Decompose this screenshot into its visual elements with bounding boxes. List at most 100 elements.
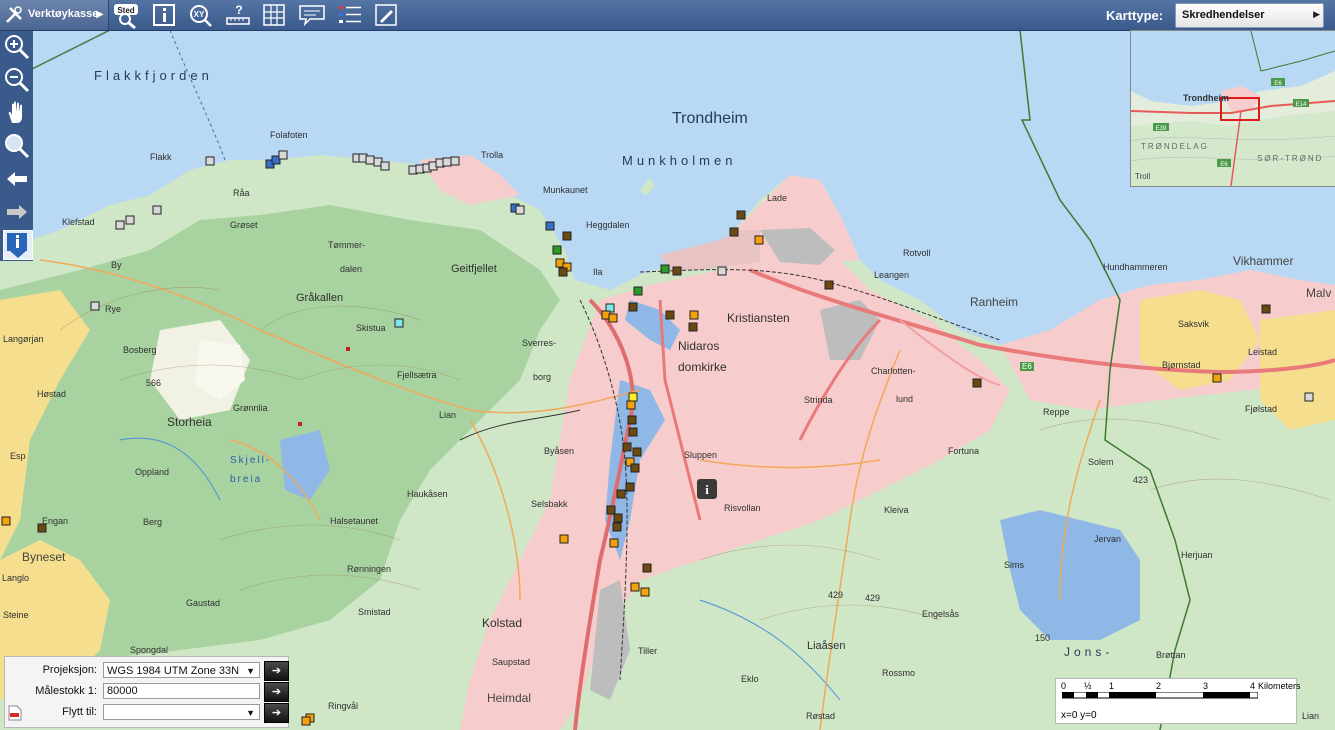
skredhendelse-marker[interactable] xyxy=(754,235,764,245)
karttype-select[interactable]: Skredhendelser ▶ xyxy=(1175,3,1324,28)
malestokk-input[interactable] xyxy=(103,683,260,699)
label-e6: E6 xyxy=(1020,362,1034,371)
skredhendelse-marker[interactable] xyxy=(365,155,375,165)
zoom-out-button[interactable] xyxy=(3,66,31,94)
skredhendelse-marker[interactable] xyxy=(660,264,670,274)
skredhendelse-marker[interactable] xyxy=(380,161,390,171)
hand-icon xyxy=(8,101,22,123)
label-bjornstad: Bjørnstad xyxy=(1162,360,1201,370)
skredhendelse-marker[interactable] xyxy=(1,516,11,526)
skredhendelse-marker[interactable] xyxy=(640,587,650,597)
zoom-in-button[interactable] xyxy=(3,33,31,61)
scale-unit: Kilometers xyxy=(1258,681,1301,691)
skredhendelse-marker[interactable] xyxy=(278,150,288,160)
skredhendelse-marker[interactable] xyxy=(626,400,636,410)
label-raa: Råa xyxy=(233,188,250,198)
comment-button[interactable] xyxy=(298,3,325,27)
skredhendelse-marker[interactable] xyxy=(689,310,699,320)
skredhendelse-marker[interactable] xyxy=(450,156,460,166)
identify-button[interactable] xyxy=(3,230,33,260)
back-button[interactable] xyxy=(3,165,31,193)
grid-button[interactable] xyxy=(262,3,288,27)
skredhendelse-marker[interactable] xyxy=(688,322,698,332)
skredhendelse-marker[interactable] xyxy=(90,301,100,311)
arrow-right-icon xyxy=(7,205,27,219)
label-gaustad: Gaustad xyxy=(186,598,221,608)
skredhendelse-marker[interactable] xyxy=(824,280,834,290)
pan-button[interactable] xyxy=(3,99,31,127)
skredhendelse-marker[interactable] xyxy=(633,286,643,296)
skredhendelse-marker[interactable] xyxy=(616,489,626,499)
skredhendelse-marker[interactable] xyxy=(630,463,640,473)
skredhendelse-marker[interactable] xyxy=(559,534,569,544)
svg-text:?: ? xyxy=(235,3,242,17)
label-smistad: Smistad xyxy=(358,607,391,617)
label-fortuna: Fortuna xyxy=(948,446,980,456)
label-berg: Berg xyxy=(143,517,163,527)
skredhendelse-marker[interactable] xyxy=(627,415,637,425)
skredhendelse-marker[interactable] xyxy=(628,427,638,437)
sted-search-button[interactable]: Sted xyxy=(113,3,139,30)
skredhendelse-marker[interactable] xyxy=(1261,304,1271,314)
skredhendelse-marker[interactable] xyxy=(515,205,525,215)
label-grakallen: Gråkallen xyxy=(296,292,344,304)
skredhendelse-marker[interactable] xyxy=(632,447,642,457)
zoom-box-button[interactable] xyxy=(3,132,31,160)
label-lian: Lian xyxy=(439,410,457,420)
label-langlo: Langlo xyxy=(2,573,30,583)
flytt-select[interactable]: ▼ xyxy=(103,704,260,720)
label-byasen: Byåsen xyxy=(544,446,575,456)
overview-map[interactable]: Trondheim TRØNDELAG SØR-TRØND Troll E6 E… xyxy=(1130,30,1335,187)
skredhendelse-marker[interactable] xyxy=(301,716,311,726)
skredhendelse-marker[interactable] xyxy=(630,582,640,592)
skredhendelse-marker[interactable] xyxy=(115,220,125,230)
skredhendelse-marker[interactable] xyxy=(736,210,746,220)
skredhendelse-marker[interactable] xyxy=(642,563,652,573)
projeksjon-select[interactable]: WGS 1984 UTM Zone 33N ▼ xyxy=(103,662,260,678)
info-pin[interactable]: i xyxy=(697,479,717,499)
skredhendelse-marker[interactable] xyxy=(1212,373,1222,383)
svg-text:E39: E39 xyxy=(1156,126,1167,132)
chevron-right-icon: ▶ xyxy=(96,9,104,20)
skredhendelse-marker[interactable] xyxy=(613,513,623,523)
skredhendelse-marker[interactable] xyxy=(622,442,632,452)
skredhendelse-marker[interactable] xyxy=(665,310,675,320)
skredhendelse-marker[interactable] xyxy=(612,522,622,532)
skredhendelse-marker[interactable] xyxy=(628,302,638,312)
skredhendelse-marker[interactable] xyxy=(125,215,135,225)
info-button[interactable] xyxy=(152,3,178,27)
karttype-label: Karttype: xyxy=(1106,8,1164,23)
skredhendelse-marker[interactable] xyxy=(972,378,982,388)
skredhendelse-marker[interactable] xyxy=(558,267,568,277)
skredhendelse-marker[interactable] xyxy=(608,313,618,323)
flytt-go-button[interactable]: ➔ xyxy=(264,703,289,723)
xy-button[interactable]: XY xyxy=(188,3,214,27)
skredhendelse-marker[interactable] xyxy=(152,205,162,215)
skredhendelse-marker[interactable] xyxy=(606,505,616,515)
skredhendelse-marker[interactable] xyxy=(205,156,215,166)
skredhendelse-marker[interactable] xyxy=(394,318,404,328)
skredhendelse-marker[interactable] xyxy=(545,221,555,231)
arrow-left-icon xyxy=(7,172,27,186)
forward-button[interactable] xyxy=(3,198,31,226)
projeksjon-go-button[interactable]: ➔ xyxy=(264,661,289,681)
svg-text:i: i xyxy=(705,482,709,497)
skredhendelse-marker[interactable] xyxy=(672,266,682,276)
skredhendelse-marker[interactable] xyxy=(442,157,452,167)
malestokk-go-button[interactable]: ➔ xyxy=(264,682,289,702)
measure-button[interactable]: ? xyxy=(225,3,251,27)
skredhendelse-marker[interactable] xyxy=(552,245,562,255)
skredhendelse-marker[interactable] xyxy=(729,227,739,237)
skredhendelse-marker[interactable] xyxy=(1304,392,1314,402)
label-groset: Grøset xyxy=(230,220,258,230)
zoom-out-icon xyxy=(5,68,30,93)
verktoykasse-button[interactable]: Verktøykasse ▶ xyxy=(0,0,109,30)
draw-button[interactable] xyxy=(374,3,400,27)
skredhendelse-marker[interactable] xyxy=(562,231,572,241)
skredhendelse-marker[interactable] xyxy=(625,482,635,492)
skredhendelse-marker[interactable] xyxy=(609,538,619,548)
legend-button[interactable] xyxy=(337,3,363,27)
skredhendelse-marker[interactable] xyxy=(717,266,727,276)
skredhendelse-marker[interactable] xyxy=(628,392,638,402)
label-leangen: Leangen xyxy=(874,270,910,280)
